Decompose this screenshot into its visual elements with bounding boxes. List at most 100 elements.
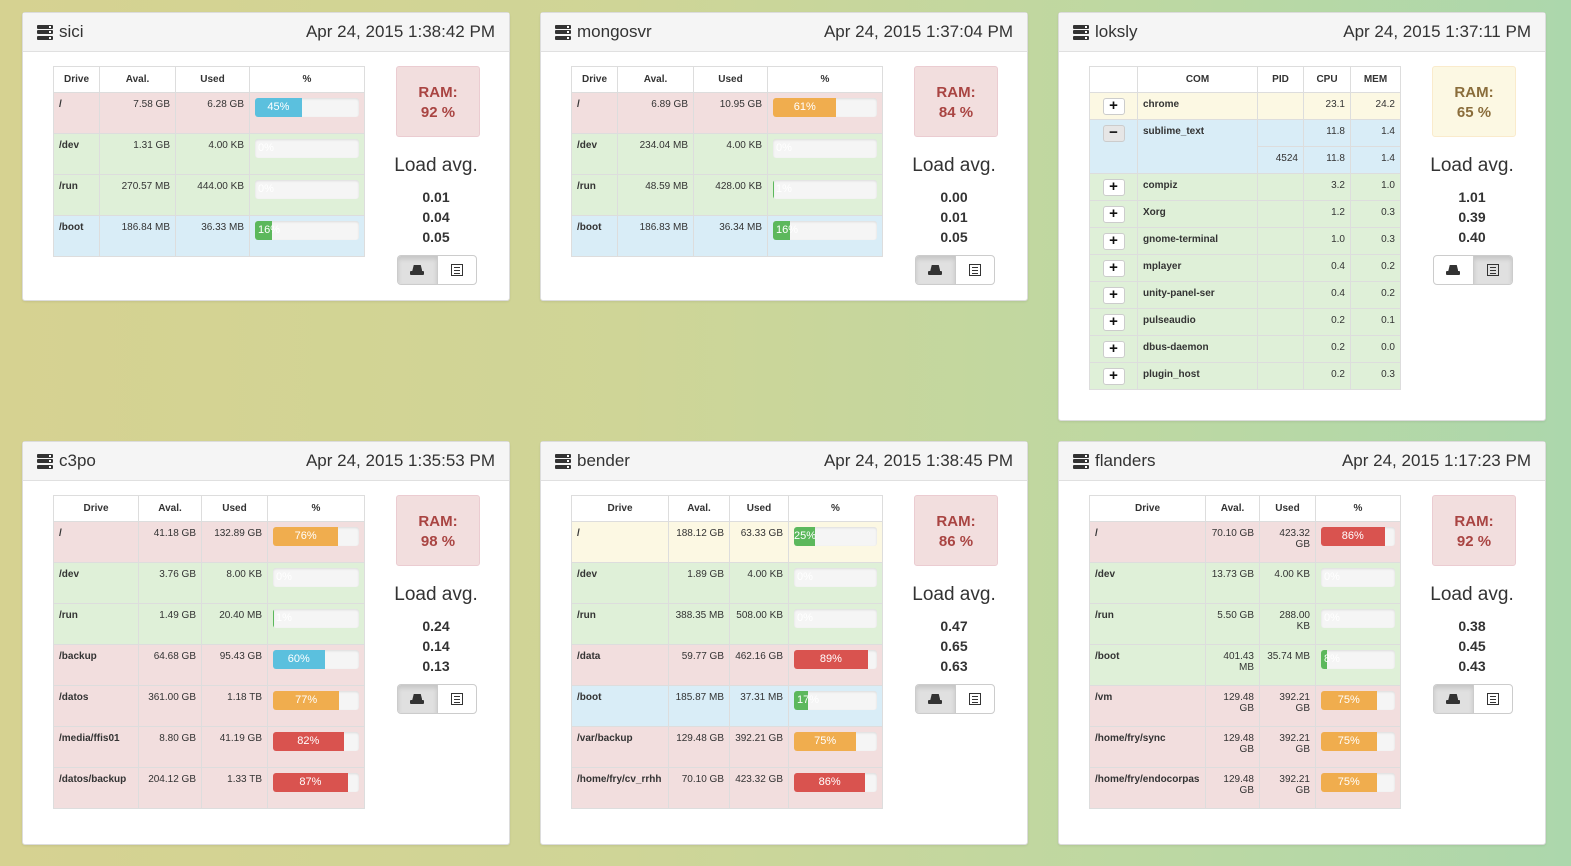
process-mem: 0.3 — [1350, 200, 1401, 228]
server-panel: flanders Apr 24, 2015 1:17:23 PM Drive Aval… — [1058, 441, 1546, 845]
ram-usage-box: RAM: 86 % — [914, 495, 998, 566]
table-row: /home/fry/sync 129.48 GB 392.21 GB 75% — [1089, 726, 1401, 768]
drive-path: / — [53, 521, 139, 563]
drive-available: 3.76 GB — [138, 562, 202, 604]
hdd-icon — [928, 694, 943, 704]
expand-button[interactable]: + — [1102, 206, 1125, 223]
usage-progress-fill: 75% — [1321, 773, 1377, 792]
drive-path: /run — [571, 174, 618, 216]
table-row: /media/ffis01 8.80 GB 41.19 GB 82% — [53, 726, 365, 768]
drive-used: 392.21 GB — [1259, 685, 1316, 727]
table-row: /boot 185.87 MB 37.31 MB 17% — [571, 685, 883, 727]
expand-cell: + — [1089, 308, 1138, 336]
processes-view-button[interactable] — [954, 685, 995, 713]
processes-view-button[interactable] — [1472, 256, 1512, 284]
process-cpu: 23.1 — [1303, 92, 1351, 120]
server-panel: bender Apr 24, 2015 1:38:45 PM Drive Aval. U… — [540, 441, 1028, 845]
drive-usage-cell: 75% — [1315, 685, 1401, 727]
drives-view-button[interactable] — [916, 685, 955, 713]
drives-view-button[interactable] — [1434, 256, 1473, 284]
list-icon — [450, 264, 463, 276]
column-header: MEM — [1350, 66, 1401, 93]
collapse-button[interactable]: − — [1102, 125, 1125, 142]
usage-progress-fill: 75% — [1321, 691, 1377, 710]
drives-view-button[interactable] — [398, 256, 437, 284]
load-average-value: 0.63 — [940, 658, 968, 674]
drive-usage-cell: 75% — [1315, 726, 1401, 768]
drive-used: 63.33 GB — [729, 521, 789, 563]
column-header: Drive — [571, 66, 618, 93]
processes-view-button[interactable] — [436, 256, 477, 284]
expand-button[interactable]: + — [1102, 341, 1125, 358]
expand-button[interactable]: + — [1102, 260, 1125, 277]
drive-path: /dev — [571, 133, 618, 175]
usage-progress-bar: 75% — [794, 732, 877, 751]
drive-used: 288.00 KB — [1259, 603, 1316, 645]
panel-body: Drive Aval. Used%/6.89 GB 10.95 GB 61%/dev 23… — [541, 52, 1027, 301]
drives-table: Drive Aval. Used%/41.18 GB 132.89 GB 76%/dev… — [53, 495, 365, 809]
load-average-value: 0.45 — [1458, 638, 1486, 654]
server-icon — [1073, 24, 1089, 40]
drive-available: 234.04 MB — [617, 133, 694, 175]
column-header: % — [249, 66, 365, 93]
expand-button[interactable]: + — [1102, 287, 1125, 304]
column-header: Aval. — [138, 495, 202, 522]
drive-path: / — [53, 92, 100, 134]
process-row: + compiz 3.2 1.0 — [1089, 173, 1401, 201]
drive-available: 59.77 GB — [668, 644, 730, 686]
drives-view-button[interactable] — [1434, 685, 1473, 713]
drive-used: 1.18 TB — [201, 685, 268, 727]
column-header: Used — [175, 66, 250, 93]
expand-button[interactable]: + — [1102, 179, 1125, 196]
drive-usage-cell: 0% — [1315, 562, 1401, 604]
drive-available: 48.59 MB — [617, 174, 694, 216]
processes-view-button[interactable] — [436, 685, 477, 713]
drive-available: 361.00 GB — [138, 685, 202, 727]
drives-view-button[interactable] — [916, 256, 955, 284]
expand-cell: + — [1089, 200, 1138, 228]
usage-progress-label: 0% — [797, 571, 813, 583]
process-pid — [1257, 173, 1304, 201]
load-average-value: 0.47 — [940, 618, 968, 634]
load-average-value: 0.40 — [1458, 229, 1486, 245]
last-update-timestamp: Apr 24, 2015 1:37:11 PM — [1343, 22, 1531, 41]
drive-path: /run — [1089, 603, 1206, 645]
table-row: /run 48.59 MB 428.00 KB 1% — [571, 174, 883, 216]
hdd-icon — [410, 265, 425, 275]
ram-usage-box: RAM: 65 % — [1432, 66, 1516, 137]
load-average-value: 0.05 — [940, 229, 968, 245]
table-row: /dev 13.73 GB 4.00 KB 0% — [1089, 562, 1401, 604]
drive-available: 7.58 GB — [99, 92, 176, 134]
drive-available: 1.49 GB — [138, 603, 202, 645]
usage-progress-label: 0% — [776, 142, 792, 154]
usage-progress-fill: 60% — [273, 650, 325, 669]
process-pid — [1257, 119, 1304, 147]
process-row: + pulseaudio 0.2 0.1 — [1089, 308, 1401, 336]
usage-progress-label: 16% — [776, 224, 799, 236]
expand-button[interactable]: + — [1102, 314, 1125, 331]
load-average-title: Load avg. — [912, 584, 996, 605]
drives-view-button[interactable] — [398, 685, 437, 713]
table-header-row: COM PID CPU MEM — [1089, 66, 1401, 93]
drive-path: /run — [53, 603, 139, 645]
table-row: /data 59.77 GB 462.16 GB 89% — [571, 644, 883, 686]
expand-button[interactable]: + — [1102, 98, 1125, 115]
processes-view-button[interactable] — [1472, 685, 1513, 713]
view-toggle — [397, 684, 477, 714]
drive-usage-cell: 1% — [767, 174, 883, 216]
drive-path: /boot — [1089, 644, 1206, 686]
processes-view-button[interactable] — [954, 256, 995, 284]
drive-usage-cell: 87% — [267, 767, 365, 809]
drive-used: 10.95 GB — [693, 92, 768, 134]
last-update-timestamp: Apr 24, 2015 1:37:04 PM — [823, 22, 1013, 41]
drive-usage-cell: 76% — [267, 521, 365, 563]
usage-progress-bar: 75% — [1321, 773, 1395, 792]
drive-path: /boot — [571, 215, 618, 257]
process-name: Xorg — [1137, 200, 1258, 228]
usage-progress-fill: 76% — [273, 527, 339, 546]
expand-button[interactable]: + — [1102, 233, 1125, 250]
drive-usage-cell: 86% — [1315, 521, 1401, 563]
expand-button[interactable]: + — [1102, 368, 1125, 385]
table-row: /backup 64.68 GB 95.43 GB 60% — [53, 644, 365, 686]
process-name: plugin_host — [1137, 362, 1258, 390]
